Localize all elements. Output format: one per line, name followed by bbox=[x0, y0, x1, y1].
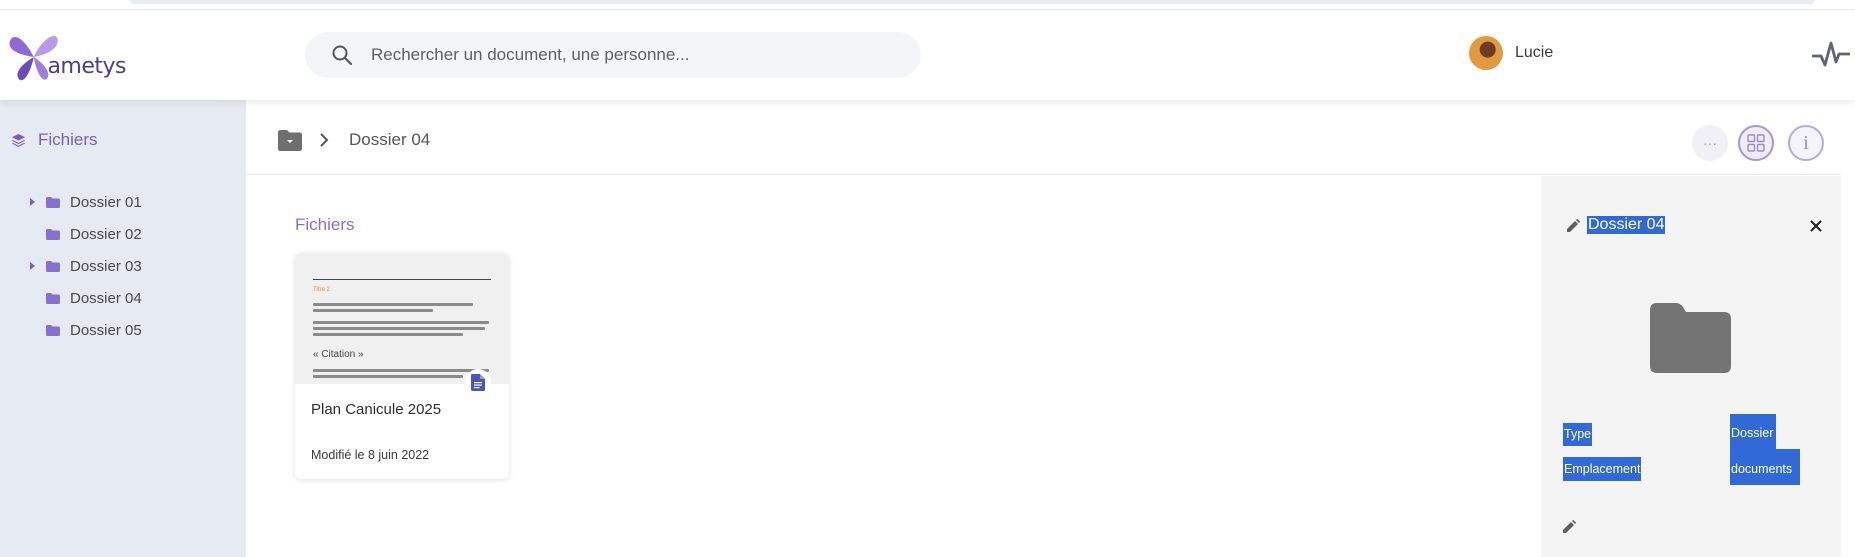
sidebar-item-dossier-03[interactable]: Dossier 03 bbox=[28, 250, 142, 282]
grid-view-button[interactable] bbox=[1738, 125, 1774, 161]
more-icon: ··· bbox=[1703, 135, 1717, 151]
sidebar-item-label: Dossier 03 bbox=[70, 257, 142, 275]
thumb-text-line bbox=[313, 327, 485, 330]
info-icon: i bbox=[1803, 131, 1809, 154]
details-title[interactable]: Dossier 04 bbox=[1587, 216, 1666, 234]
folder-menu-icon[interactable] bbox=[278, 130, 302, 151]
folder-icon bbox=[46, 228, 60, 240]
thumb-rule bbox=[313, 279, 491, 280]
thumb-text-line bbox=[313, 309, 433, 312]
sidebar-item-dossier-02[interactable]: Dossier 02 bbox=[28, 218, 142, 250]
thumb-text-line bbox=[313, 333, 463, 336]
content-toolbar: Dossier 04 ··· i bbox=[246, 108, 1841, 175]
folder-icon bbox=[46, 292, 60, 304]
document-thumbnail[interactable]: Titre 2 « Citation » bbox=[295, 253, 509, 395]
sidebar: Fichiers Dossier 01 Dossier 02 Dossier 0… bbox=[0, 100, 246, 557]
folder-tree: Dossier 01 Dossier 02 Dossier 03 Dossier… bbox=[28, 186, 142, 346]
search-icon bbox=[332, 45, 353, 66]
location-label: Emplacement bbox=[1563, 457, 1642, 481]
thumb-quote: « Citation » bbox=[313, 349, 364, 360]
info-button[interactable]: i bbox=[1788, 125, 1824, 161]
logo-text: ametys bbox=[47, 53, 126, 79]
ametys-logo[interactable]: ametys bbox=[6, 26, 126, 88]
grid-icon bbox=[1747, 134, 1765, 152]
google-docs-icon bbox=[471, 373, 485, 391]
thumb-text-line bbox=[313, 321, 489, 324]
thumb-text-line bbox=[313, 375, 463, 378]
sidebar-item-dossier-04[interactable]: Dossier 04 bbox=[28, 282, 142, 314]
folder-preview-icon bbox=[1650, 303, 1731, 373]
avatar[interactable] bbox=[1469, 36, 1503, 70]
caret-right-icon[interactable] bbox=[28, 196, 38, 208]
type-label: Type bbox=[1563, 423, 1593, 446]
chevron-right-icon bbox=[320, 133, 329, 147]
section-title: Fichiers bbox=[295, 215, 355, 234]
breadcrumb-current[interactable]: Dossier 04 bbox=[349, 130, 430, 150]
file-modified-date: Modifié le 8 juin 2022 bbox=[311, 448, 430, 462]
app-header: ametys Lucie bbox=[0, 10, 1855, 100]
sidebar-title[interactable]: Fichiers bbox=[11, 130, 98, 150]
location-value: documents bbox=[1730, 449, 1800, 485]
edit-pencil-icon[interactable] bbox=[1567, 219, 1580, 232]
sidebar-item-label: Dossier 04 bbox=[70, 289, 142, 307]
file-card[interactable]: Titre 2 « Citation » Plan Canicule 2025 … bbox=[295, 253, 509, 479]
sidebar-item-label: Dossier 02 bbox=[70, 225, 142, 243]
user-menu[interactable]: Lucie bbox=[1469, 36, 1553, 70]
type-value: Dossier bbox=[1730, 414, 1776, 452]
more-button[interactable]: ··· bbox=[1692, 125, 1728, 161]
activity-icon[interactable] bbox=[1812, 40, 1850, 70]
search-input[interactable] bbox=[371, 45, 891, 65]
sidebar-item-label: Dossier 01 bbox=[70, 193, 142, 211]
sidebar-title-label: Fichiers bbox=[38, 130, 98, 149]
file-name[interactable]: Plan Canicule 2025 bbox=[311, 401, 441, 418]
sidebar-item-dossier-01[interactable]: Dossier 01 bbox=[28, 186, 142, 218]
thumb-text-line bbox=[313, 303, 473, 306]
layers-icon bbox=[11, 133, 26, 147]
sidebar-item-label: Dossier 05 bbox=[70, 321, 142, 339]
browser-top-strip bbox=[0, 0, 1855, 10]
folder-icon bbox=[46, 196, 60, 208]
caret-right-icon[interactable] bbox=[28, 260, 38, 272]
folder-icon bbox=[46, 324, 60, 336]
doc-type-badge bbox=[465, 369, 491, 395]
user-name: Lucie bbox=[1515, 44, 1554, 61]
folder-icon bbox=[46, 260, 60, 272]
sidebar-item-dossier-05[interactable]: Dossier 05 bbox=[28, 314, 142, 346]
thumb-text-line bbox=[313, 369, 489, 372]
details-panel: Dossier 04 Type Dossier Emplacement docu… bbox=[1541, 176, 1841, 557]
top-strip-bar bbox=[130, 0, 1815, 4]
edit-pencil-icon[interactable] bbox=[1563, 520, 1576, 533]
thumb-heading: Titre 2 bbox=[313, 287, 330, 293]
search-bar[interactable] bbox=[305, 32, 921, 78]
close-icon[interactable] bbox=[1809, 219, 1823, 233]
